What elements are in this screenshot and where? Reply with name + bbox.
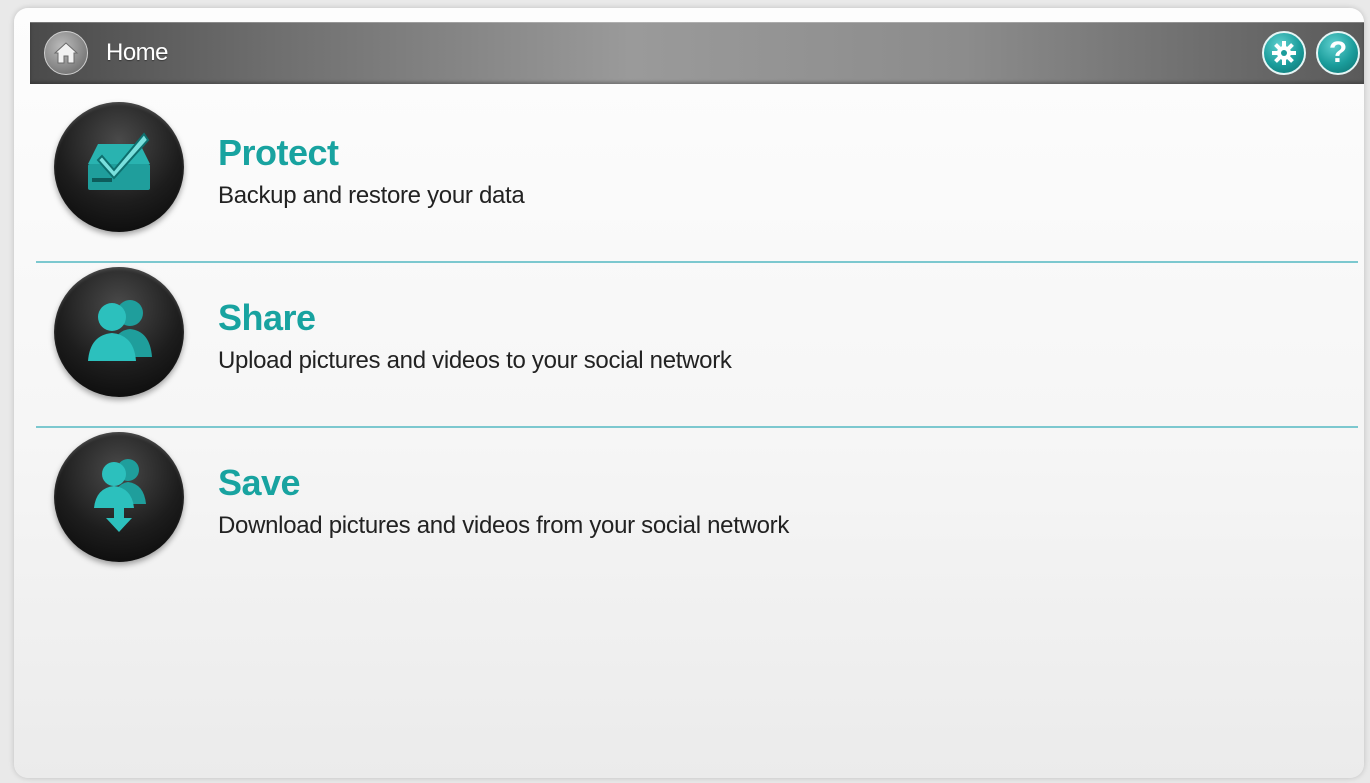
protect-drive-check-icon	[88, 132, 150, 190]
help-button[interactable]: ?	[1316, 31, 1360, 75]
share-people-icon	[88, 300, 152, 361]
menu-item-share[interactable]: Share Upload pictures and videos to your…	[36, 263, 1358, 426]
header-bar: Home ?	[30, 22, 1364, 84]
save-orb	[54, 432, 184, 562]
share-orb	[54, 267, 184, 397]
menu-item-description: Upload pictures and videos to your socia…	[218, 347, 732, 374]
page-title: Home	[106, 39, 169, 66]
protect-orb	[54, 102, 184, 232]
main-menu: Protect Backup and restore your data Sha…	[36, 98, 1358, 591]
settings-button[interactable]	[1262, 31, 1306, 75]
menu-item-description: Backup and restore your data	[218, 182, 525, 209]
menu-item-save[interactable]: Save Download pictures and videos from y…	[36, 428, 1358, 591]
menu-item-description: Download pictures and videos from your s…	[218, 512, 790, 539]
app-window: Home ? Protect Backup and restore your d…	[14, 8, 1364, 778]
menu-item-protect[interactable]: Protect Backup and restore your data	[36, 98, 1358, 261]
header-actions: ?	[1262, 31, 1360, 75]
question-mark-icon: ?	[1328, 36, 1348, 69]
menu-item-title: Save	[218, 462, 301, 503]
menu-item-title: Share	[218, 297, 316, 338]
save-people-download-icon	[94, 459, 146, 532]
home-icon	[53, 42, 79, 64]
menu-item-title: Protect	[218, 132, 339, 173]
gear-icon	[1272, 41, 1296, 65]
home-button[interactable]	[44, 31, 88, 75]
